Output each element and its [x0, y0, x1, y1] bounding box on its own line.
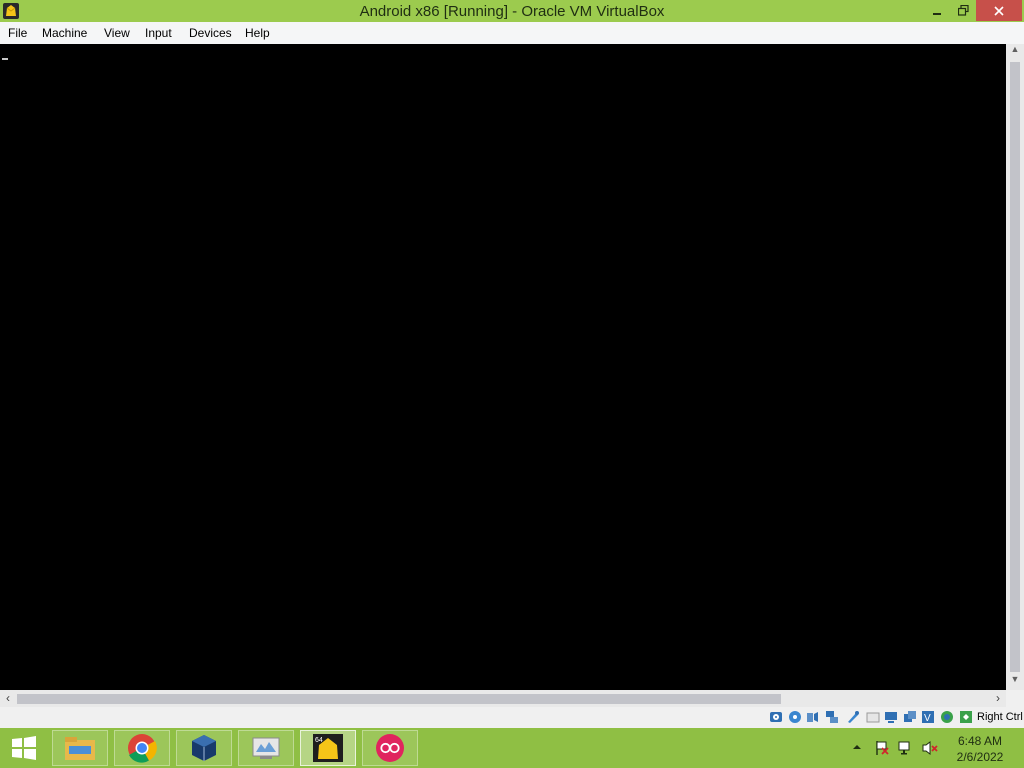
taskbar-chrome[interactable] [114, 730, 170, 766]
virtualization-icon[interactable]: V [921, 710, 935, 724]
taskbar-record-app[interactable] [362, 730, 418, 766]
file-explorer-icon [65, 737, 95, 760]
restore-button[interactable] [950, 0, 976, 21]
title-bar[interactable]: Android x86 [Running] - Oracle VM Virtua… [0, 0, 1024, 22]
minimize-button[interactable] [924, 0, 950, 21]
virtualbox-icon [192, 735, 216, 761]
keyboard-capture-icon[interactable] [959, 710, 973, 724]
virtualbox-manager-icon [252, 737, 280, 759]
close-icon [994, 5, 1004, 16]
clock-date: 2/6/2022 [956, 750, 1004, 764]
status-bar: V Right Ctrl [0, 707, 1024, 728]
record-app-icon [376, 734, 404, 762]
menu-help[interactable]: Help [245, 26, 270, 40]
mouse-integration-icon[interactable] [940, 710, 954, 724]
horizontal-scrollbar[interactable]: ‹ › [0, 690, 1006, 707]
taskbar-android-vm[interactable]: 64 [300, 730, 356, 766]
horizontal-scroll-thumb[interactable] [17, 694, 781, 704]
scroll-up-arrow[interactable]: ▲ [1006, 44, 1024, 60]
show-hidden-icons-chevron[interactable] [852, 742, 862, 752]
video-capture-icon[interactable] [903, 710, 917, 724]
usb-icon[interactable] [846, 710, 860, 724]
windows-start-icon[interactable] [8, 735, 40, 761]
scroll-left-arrow[interactable]: ‹ [0, 691, 16, 707]
clock-time: 6:48 AM [957, 734, 1003, 748]
menu-devices[interactable]: Devices [189, 26, 232, 40]
hard-disk-icon[interactable] [769, 710, 783, 724]
vertical-scrollbar[interactable]: ▲ ▼ [1006, 44, 1024, 690]
menu-machine[interactable]: Machine [42, 26, 87, 40]
restore-icon [957, 5, 969, 16]
host-key-label: Right Ctrl [977, 711, 1023, 723]
window-title: Android x86 [Running] - Oracle VM Virtua… [359, 3, 665, 20]
close-button[interactable] [976, 0, 1022, 21]
taskbar-file-explorer[interactable] [52, 730, 108, 766]
minimize-icon [933, 12, 941, 15]
network-icon[interactable] [898, 740, 914, 756]
system-clock[interactable]: 6:48 AM 2/6/2022 [946, 733, 1014, 765]
shared-folders-icon[interactable] [866, 710, 880, 724]
virtualbox-vm-window: Android x86 [Running] - Oracle VM Virtua… [0, 0, 1024, 728]
svg-text:64: 64 [315, 737, 323, 744]
menu-bar: File Machine View Input Devices Help [0, 22, 1024, 45]
menu-file[interactable]: File [8, 26, 27, 40]
taskbar-virtualbox-manager[interactable] [238, 730, 294, 766]
chrome-icon [128, 734, 157, 763]
android-vm-icon: 64 [313, 734, 343, 762]
audio-icon[interactable] [806, 710, 820, 724]
display-icon[interactable] [884, 710, 898, 724]
text-cursor [2, 58, 8, 60]
scroll-down-arrow[interactable]: ▼ [1006, 674, 1024, 690]
menu-view[interactable]: View [104, 26, 130, 40]
taskbar-virtualbox[interactable] [176, 730, 232, 766]
scroll-right-arrow[interactable]: › [990, 691, 1006, 707]
vertical-scroll-thumb[interactable] [1010, 62, 1020, 672]
menu-input[interactable]: Input [145, 26, 172, 40]
svg-text:V: V [924, 713, 931, 724]
vm-display[interactable] [0, 44, 1006, 690]
taskbar: 64 6:48 AM 2/6/2022 [0, 728, 1024, 768]
action-center-icon[interactable] [874, 740, 890, 756]
volume-muted-icon[interactable] [921, 740, 939, 756]
optical-drive-icon[interactable] [788, 710, 802, 724]
network-icon[interactable] [825, 710, 839, 724]
